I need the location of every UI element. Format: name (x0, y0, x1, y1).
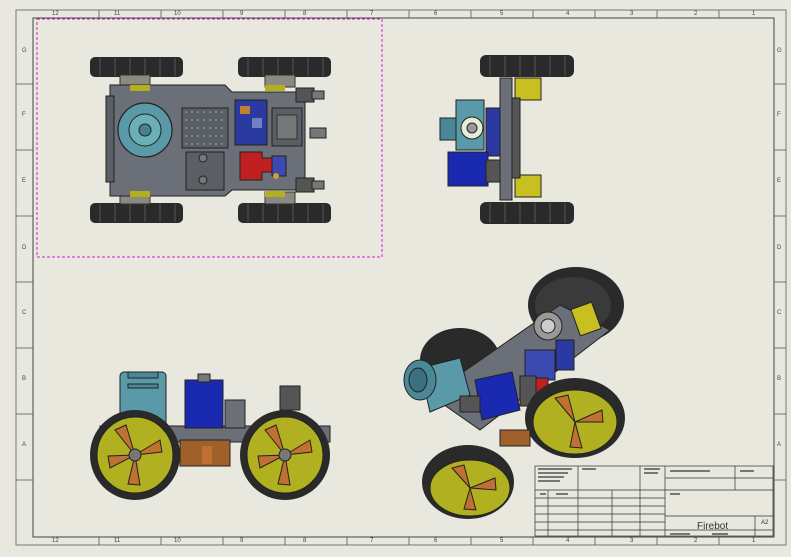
controller-board (234, 99, 268, 146)
zone-label-top: 4 (566, 11, 570, 17)
zone-label-top: 9 (240, 11, 244, 17)
tire-top-left (90, 57, 183, 77)
zone-label-left: A (22, 442, 27, 448)
motor-front (184, 379, 224, 429)
zone-label-left: G (22, 48, 27, 54)
zone-label-left: E (22, 178, 27, 184)
zone-label-bottom: 8 (303, 538, 307, 544)
motor-block-side (447, 151, 489, 187)
zone-label-bottom: 12 (52, 538, 59, 544)
right-view[interactable] (439, 55, 574, 224)
zone-label-right: F (777, 112, 781, 118)
sheet-size-label: A2 (761, 520, 769, 526)
drawing-sheet: 12 11 10 9 8 7 6 5 4 3 2 1 12 11 10 9 8 … (0, 0, 791, 552)
zone-label-right: C (777, 310, 782, 316)
tire-bottom-right (238, 203, 331, 223)
top-view[interactable] (90, 57, 331, 223)
zone-label-top: 6 (434, 11, 438, 17)
zone-label-top: 8 (303, 11, 307, 17)
zone-label-bottom: 1 (752, 538, 756, 544)
tire-top-right (238, 57, 331, 77)
zone-label-bottom: 7 (370, 538, 374, 544)
drawing-title: Firebot (697, 521, 729, 532)
zone-label-right: E (777, 178, 782, 184)
zone-label-bottom: 9 (240, 538, 244, 544)
zone-label-top: 5 (500, 11, 504, 17)
bracket-yellow-top (514, 77, 542, 101)
zone-label-bottom: 5 (500, 538, 504, 544)
zone-label-right: A (777, 442, 782, 448)
zone-label-bottom: 4 (566, 538, 570, 544)
zone-label-top: 7 (370, 11, 374, 17)
zone-label-right: B (777, 376, 782, 382)
zone-label-top: 12 (52, 11, 59, 17)
iso-motor (474, 371, 521, 421)
title-block (534, 465, 774, 537)
zone-label-top: 1 (752, 11, 756, 17)
zone-label-top: 2 (694, 11, 698, 17)
zone-label-bottom: 2 (694, 538, 698, 544)
zone-label-left: F (22, 112, 26, 118)
drawing-canvas (15, 9, 787, 546)
front-view[interactable] (90, 371, 331, 500)
zone-label-bottom: 6 (434, 538, 438, 544)
zone-label-bottom: 10 (174, 538, 181, 544)
zone-label-top: 3 (630, 11, 634, 17)
zone-label-top: 11 (114, 11, 121, 17)
zone-label-left: B (22, 376, 27, 382)
zone-label-right: D (777, 245, 782, 251)
zone-label-left: C (22, 310, 27, 316)
zone-label-bottom: 11 (114, 538, 121, 544)
zone-label-bottom: 3 (630, 538, 634, 544)
tire-bottom-left (90, 203, 183, 223)
zone-label-left: D (22, 245, 27, 251)
zone-label-right: G (777, 48, 782, 54)
zone-label-top: 10 (174, 11, 181, 17)
